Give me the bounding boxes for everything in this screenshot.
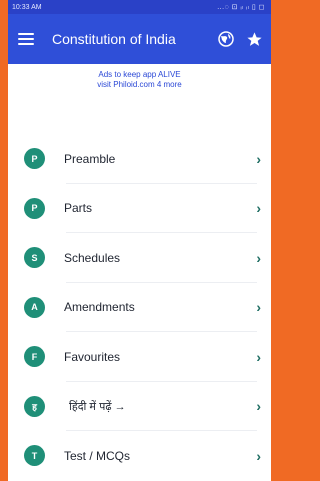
app-bar: Constitution of India: [8, 14, 271, 64]
menu-item-hindi[interactable]: ह हिंदी में पढ़ें → ›: [8, 382, 271, 431]
avatar: A: [24, 296, 45, 318]
app-title: Constitution of India: [52, 31, 176, 47]
chevron-right-icon: ›: [256, 200, 261, 217]
chevron-right-icon: ›: [256, 447, 261, 464]
menu-item-label: Preamble: [64, 151, 116, 166]
menu-item-label: Schedules: [64, 250, 121, 265]
globe-icon[interactable]: [215, 28, 237, 50]
menu-item-parts[interactable]: P Parts ›: [8, 184, 271, 233]
status-time: 10:33 AM: [12, 3, 42, 11]
menu-item-preamble[interactable]: P Preamble ›: [8, 134, 271, 184]
avatar: F: [24, 346, 45, 368]
menu-item-test-mcqs[interactable]: T Test / MCQs ›: [8, 431, 271, 481]
ad-banner[interactable]: Ads to keep app ALIVE visit Philoid.com …: [8, 70, 271, 90]
menu-icon[interactable]: [18, 33, 34, 45]
menu-item-label: Test / MCQs: [64, 448, 131, 463]
chevron-right-icon: ›: [256, 150, 261, 167]
star-icon[interactable]: [243, 28, 265, 50]
chevron-right-icon: ›: [256, 398, 261, 415]
menu-item-amendments[interactable]: A Amendments ›: [8, 283, 271, 332]
status-indicators: ...◌ ⊡ ᵢₗ ᵢₗ ▯ ◻: [217, 4, 265, 11]
menu-item-schedules[interactable]: S Schedules ›: [8, 233, 271, 283]
ad-line-2: visit Philoid.com 4 more: [97, 80, 182, 89]
menu-item-label: Parts: [64, 201, 93, 216]
chevron-right-icon: ›: [256, 348, 261, 365]
phone-screen: 10:33 AM ...◌ ⊡ ᵢₗ ᵢₗ ▯ ◻ Constitution o…: [8, 0, 271, 481]
avatar: P: [24, 197, 45, 219]
avatar: T: [24, 445, 45, 467]
chevron-right-icon: ›: [256, 299, 261, 316]
avatar: ह: [24, 395, 45, 417]
chevron-right-icon: ›: [256, 249, 261, 266]
menu-item-label: हिंदी में पढ़ें →: [69, 400, 126, 413]
menu-list: P Preamble › P Parts › S Schedules › A A…: [8, 134, 271, 481]
menu-item-label: Favourites: [64, 349, 121, 364]
ad-line-1: Ads to keep app ALIVE: [98, 70, 181, 79]
avatar: S: [24, 247, 45, 269]
menu-item-favourites[interactable]: F Favourites ›: [8, 332, 271, 382]
avatar: P: [24, 148, 45, 170]
status-bar: 10:33 AM ...◌ ⊡ ᵢₗ ᵢₗ ▯ ◻: [8, 0, 271, 14]
menu-item-label: Amendments: [64, 300, 135, 315]
